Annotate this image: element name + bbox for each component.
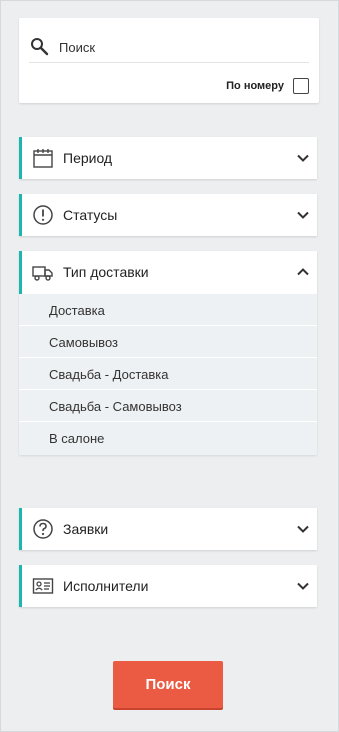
filter-delivery-type[interactable]: Тип доставки	[19, 251, 317, 294]
delivery-option[interactable]: Самовывоз	[19, 326, 317, 358]
chevron-down-icon[interactable]	[297, 523, 309, 535]
filter-delivery-type-label: Тип доставки	[63, 264, 149, 280]
by-number-label: По номеру	[226, 80, 284, 92]
filter-requests-label: Заявки	[63, 521, 109, 537]
search-input[interactable]	[59, 36, 299, 58]
chevron-up-icon[interactable]	[297, 266, 309, 278]
search-card: По номеру	[19, 18, 319, 103]
chevron-down-icon[interactable]	[297, 209, 309, 221]
filter-performers-label: Исполнители	[63, 578, 149, 594]
by-number-filter[interactable]: По номеру	[226, 78, 309, 94]
delivery-option[interactable]: Свадьба - Доставка	[19, 358, 317, 390]
delivery-option[interactable]: Свадьба - Самовывоз	[19, 390, 317, 422]
filter-performers[interactable]: Исполнители	[19, 565, 317, 607]
truck-icon	[32, 266, 53, 281]
question-circle-icon	[33, 519, 53, 539]
delivery-option[interactable]: В салоне	[19, 422, 317, 454]
delivery-option-label: В салоне	[49, 431, 105, 446]
delivery-option[interactable]: Доставка	[19, 294, 317, 326]
delivery-option-label: Доставка	[49, 303, 105, 318]
search-row	[29, 32, 309, 63]
calendar-icon	[33, 149, 53, 168]
id-card-icon	[32, 578, 54, 594]
filter-requests[interactable]: Заявки	[19, 508, 317, 550]
filter-statuses[interactable]: Статусы	[19, 194, 317, 236]
by-number-checkbox[interactable]	[293, 78, 309, 94]
chevron-down-icon[interactable]	[297, 152, 309, 164]
delivery-option-label: Свадьба - Самовывоз	[49, 399, 182, 414]
delivery-option-label: Самовывоз	[49, 335, 118, 350]
filter-statuses-label: Статусы	[63, 207, 118, 223]
delivery-option-label: Свадьба - Доставка	[49, 367, 169, 382]
filter-period-label: Период	[63, 150, 113, 166]
search-icon	[31, 38, 49, 56]
search-button[interactable]: Поиск	[113, 661, 223, 708]
chevron-down-icon[interactable]	[297, 580, 309, 592]
filter-period[interactable]: Период	[19, 137, 317, 179]
exclamation-circle-icon	[33, 205, 53, 225]
delivery-type-options: Доставка Самовывоз Свадьба - Доставка Св…	[19, 294, 317, 455]
